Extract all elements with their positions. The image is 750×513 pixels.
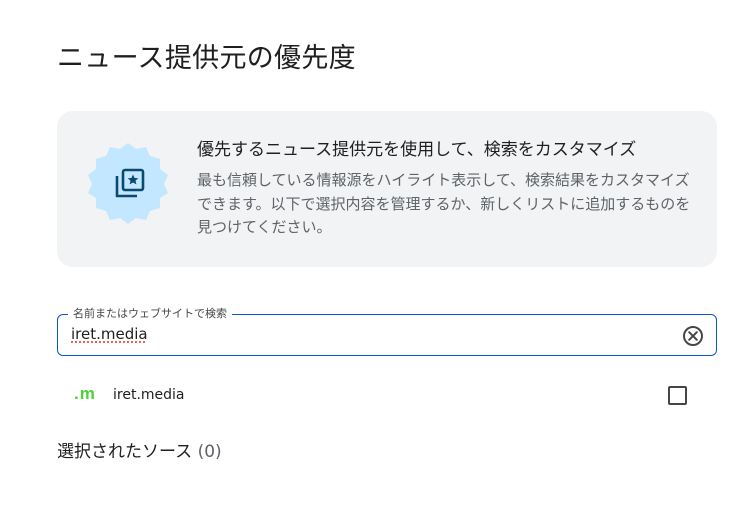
source-checkbox[interactable]	[668, 386, 687, 405]
selected-sources-heading: 選択されたソース (0)	[57, 437, 222, 462]
news-source-priority-page: ニュース提供元の優先度 優先するニュース提供元を使用して、検索をカスタマイズ 最…	[0, 0, 750, 513]
selected-sources-count: (0)	[197, 442, 222, 462]
card-heading: 優先するニュース提供元を使用して、検索をカスタマイズ	[197, 140, 637, 160]
selected-sources-label: 選択されたソース	[57, 442, 193, 462]
info-card: 優先するニュース提供元を使用して、検索をカスタマイズ 最も信頼している情報源をハ…	[57, 111, 717, 267]
card-description: 最も信頼している情報源をハイライト表示して、検索結果をカスタマイズできます。以下…	[197, 171, 691, 236]
source-favicon: .m	[74, 384, 96, 403]
list-item[interactable]: .m iret.media	[57, 376, 717, 414]
search-label: 名前またはウェブサイトで検索	[68, 306, 232, 322]
page-title: ニュース提供元の優先度	[57, 43, 356, 74]
news-sources-badge-icon	[87, 143, 169, 225]
search-input[interactable]: iret.media	[71, 325, 148, 343]
clear-circle-icon[interactable]	[682, 325, 704, 347]
search-field[interactable]: 名前またはウェブサイトで検索 iret.media	[57, 306, 717, 356]
source-name: iret.media	[113, 387, 185, 403]
